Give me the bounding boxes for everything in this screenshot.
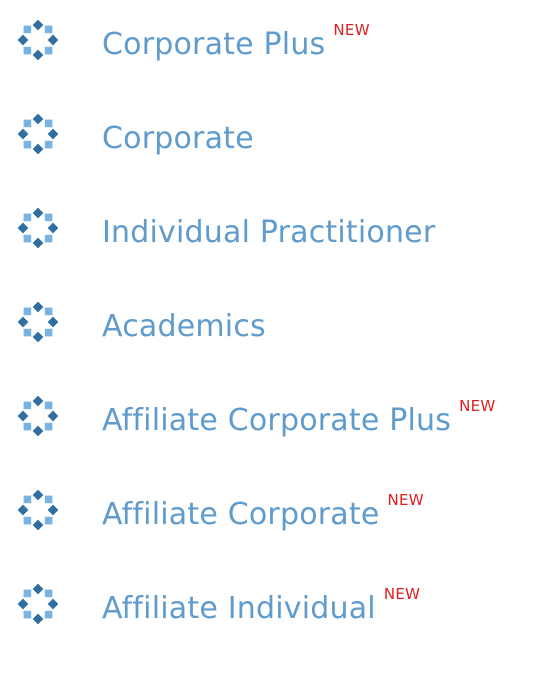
icon-square (23, 234, 32, 243)
icon-square (44, 610, 53, 619)
membership-label[interactable]: Corporate (102, 122, 254, 156)
icon-square (23, 25, 32, 34)
icon-square (44, 401, 53, 410)
membership-label[interactable]: Affiliate Individual (102, 592, 376, 626)
membership-label[interactable]: Affiliate Corporate (102, 498, 380, 532)
icon-square (44, 516, 53, 525)
icon-square (32, 143, 44, 154)
icon-square (32, 331, 44, 342)
membership-label[interactable]: Affiliate Corporate Plus (102, 404, 451, 438)
icon-square (32, 396, 44, 407)
membership-star-icon (18, 490, 58, 530)
icon-square (47, 598, 58, 610)
icon-square (32, 114, 44, 125)
icon-square (32, 519, 44, 530)
icon-square (47, 222, 58, 234)
icon-square (47, 410, 58, 422)
membership-star-icon (18, 208, 58, 248)
icon-square (23, 140, 32, 149)
icon-square (44, 234, 53, 243)
icon-square (44, 119, 53, 128)
membership-item-affiliate-corporate-plus[interactable]: Affiliate Corporate Plus NEW (18, 386, 553, 480)
icon-square (18, 504, 29, 516)
icon-square (23, 589, 32, 598)
membership-star-icon (18, 20, 58, 60)
new-badge: NEW (333, 21, 370, 39)
label-wrap: Individual Practitioner (102, 216, 443, 250)
icon-square (23, 516, 32, 525)
label-wrap: Academics (102, 310, 274, 344)
membership-list: Corporate Plus NEW Corporate Individual … (18, 10, 553, 668)
icon-square (47, 34, 58, 46)
membership-label[interactable]: Corporate Plus (102, 28, 325, 62)
membership-star-icon (18, 114, 58, 154)
icon-square (44, 495, 53, 504)
icon-square (47, 504, 58, 516)
icon-square (23, 422, 32, 431)
icon-square (44, 140, 53, 149)
icon-square (47, 128, 58, 140)
membership-star-icon (18, 584, 58, 624)
icon-square (23, 119, 32, 128)
icon-square (44, 213, 53, 222)
membership-item-individual-practitioner[interactable]: Individual Practitioner (18, 198, 553, 292)
membership-item-corporate-plus[interactable]: Corporate Plus NEW (18, 10, 553, 104)
membership-star-icon (18, 396, 58, 436)
icon-square (18, 410, 29, 422)
icon-square (32, 425, 44, 436)
icon-square (23, 495, 32, 504)
label-wrap: Affiliate Corporate NEW (102, 492, 424, 532)
icon-square (44, 589, 53, 598)
icon-square (32, 237, 44, 248)
new-badge: NEW (383, 585, 421, 603)
membership-item-affiliate-corporate[interactable]: Affiliate Corporate NEW (18, 480, 553, 574)
membership-label[interactable]: Individual Practitioner (102, 216, 435, 250)
icon-square (23, 213, 32, 222)
icon-square (18, 316, 29, 328)
icon-square (23, 328, 32, 337)
icon-square (32, 584, 44, 595)
icon-square (18, 128, 29, 140)
icon-square (18, 222, 29, 234)
label-wrap: Affiliate Individual NEW (102, 586, 420, 626)
icon-square (32, 49, 44, 60)
label-wrap: Corporate (102, 122, 262, 156)
membership-item-corporate[interactable]: Corporate (18, 104, 553, 198)
icon-square (44, 307, 53, 316)
icon-square (23, 401, 32, 410)
icon-square (32, 20, 44, 31)
icon-square (23, 610, 32, 619)
icon-square (18, 598, 29, 610)
icon-square (44, 328, 53, 337)
icon-square (44, 422, 53, 431)
icon-square (47, 316, 58, 328)
icon-square (32, 208, 44, 219)
label-wrap: Affiliate Corporate Plus NEW (102, 398, 496, 438)
icon-square (23, 46, 32, 55)
icon-square (18, 34, 29, 46)
membership-star-icon (18, 302, 58, 342)
new-badge: NEW (387, 491, 424, 509)
icon-square (32, 302, 44, 313)
icon-square (32, 613, 44, 624)
membership-item-academics[interactable]: Academics (18, 292, 553, 386)
icon-square (44, 46, 53, 55)
icon-square (44, 25, 53, 34)
icon-square (23, 307, 32, 316)
new-badge: NEW (459, 397, 496, 415)
membership-item-affiliate-individual[interactable]: Affiliate Individual NEW (18, 574, 553, 668)
membership-label[interactable]: Academics (102, 310, 266, 344)
label-wrap: Corporate Plus NEW (102, 22, 370, 62)
icon-square (32, 490, 44, 501)
